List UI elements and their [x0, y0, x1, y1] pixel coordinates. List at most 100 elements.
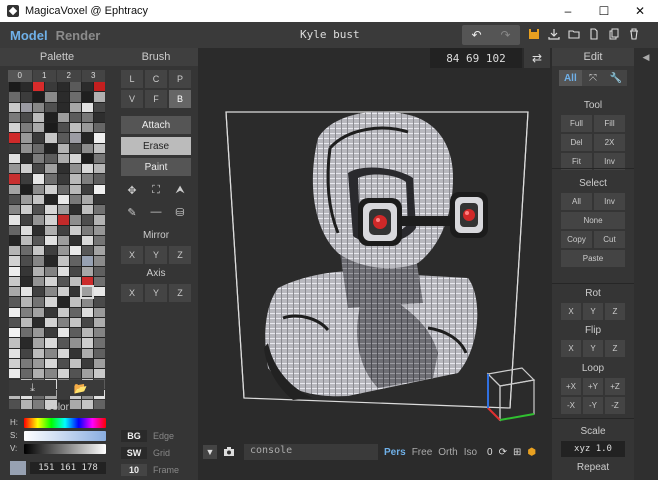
- palette-swatch[interactable]: [69, 317, 81, 327]
- palette-swatch[interactable]: [81, 358, 93, 368]
- palette-swatch[interactable]: [21, 92, 33, 102]
- palette-swatch[interactable]: [57, 133, 69, 143]
- palette-swatch[interactable]: [81, 246, 93, 256]
- palette-swatch[interactable]: [9, 307, 21, 317]
- palette-swatch[interactable]: [81, 256, 93, 266]
- select-inv-button[interactable]: Inv: [594, 193, 625, 210]
- value-slider[interactable]: [24, 444, 106, 454]
- palette-swatch[interactable]: [57, 102, 69, 112]
- palette-tab-1[interactable]: 1: [32, 70, 56, 82]
- palette-swatch[interactable]: [33, 266, 45, 276]
- palette-swatch[interactable]: [33, 256, 45, 266]
- palette-swatch[interactable]: [93, 235, 105, 245]
- palette-swatch[interactable]: [33, 194, 45, 204]
- rot-z-button[interactable]: Z: [605, 303, 625, 320]
- palette-swatch[interactable]: [33, 246, 45, 256]
- palette-swatch[interactable]: [21, 143, 33, 153]
- edit-tab-all[interactable]: All: [559, 70, 582, 86]
- palette-swatch[interactable]: [21, 112, 33, 122]
- palette-swatch[interactable]: [69, 112, 81, 122]
- saturation-slider[interactable]: [24, 431, 106, 441]
- palette-swatch[interactable]: [21, 153, 33, 163]
- palette-tab-2[interactable]: 2: [57, 70, 81, 82]
- palette-swatch[interactable]: [69, 266, 81, 276]
- axis-x-button[interactable]: X: [121, 284, 143, 302]
- palette-swatch[interactable]: [9, 246, 21, 256]
- mirror-y-button[interactable]: Y: [145, 246, 167, 264]
- maximize-button[interactable]: ☐: [586, 0, 622, 22]
- palette-swatch[interactable]: [69, 276, 81, 286]
- palette-swatch[interactable]: [69, 133, 81, 143]
- palette-swatch[interactable]: [33, 102, 45, 112]
- palette-swatch[interactable]: [81, 266, 93, 276]
- palette-swatch[interactable]: [45, 328, 57, 338]
- palette-swatch[interactable]: [45, 297, 57, 307]
- palette-swatch[interactable]: [69, 92, 81, 102]
- palette-swatch[interactable]: [57, 369, 69, 379]
- palette-swatch[interactable]: [69, 348, 81, 358]
- palette-swatch[interactable]: [9, 102, 21, 112]
- palette-swatch[interactable]: [21, 184, 33, 194]
- palette-swatch[interactable]: [57, 276, 69, 286]
- palette-swatch[interactable]: [9, 153, 21, 163]
- palette-swatch[interactable]: [45, 225, 57, 235]
- palette-swatch[interactable]: [33, 328, 45, 338]
- palette-swatch[interactable]: [93, 123, 105, 133]
- palette-swatch[interactable]: [21, 205, 33, 215]
- palette-swatch[interactable]: [9, 348, 21, 358]
- axis-y-button[interactable]: Y: [145, 284, 167, 302]
- bg-toggle[interactable]: BG: [121, 430, 147, 442]
- palette-swatch[interactable]: [57, 205, 69, 215]
- select-all-button[interactable]: All: [561, 193, 592, 210]
- minimize-button[interactable]: –: [550, 0, 586, 22]
- palette-swatch[interactable]: [9, 266, 21, 276]
- palette-swatch[interactable]: [45, 174, 57, 184]
- palette-swatch[interactable]: [93, 307, 105, 317]
- palette-swatch[interactable]: [21, 225, 33, 235]
- select-none-button[interactable]: None: [561, 212, 625, 229]
- palette-swatch[interactable]: [93, 225, 105, 235]
- palette-swatch[interactable]: [33, 297, 45, 307]
- palette-swatch[interactable]: [33, 276, 45, 286]
- palette-swatch[interactable]: [57, 174, 69, 184]
- palette-swatch[interactable]: [45, 317, 57, 327]
- palette-swatch[interactable]: [57, 246, 69, 256]
- hue-slider[interactable]: [24, 418, 106, 428]
- palette-swatch[interactable]: [57, 153, 69, 163]
- palette-swatch[interactable]: [45, 287, 57, 297]
- palette-swatch[interactable]: [33, 317, 45, 327]
- palette-swatch[interactable]: [93, 358, 105, 368]
- palette-swatch[interactable]: [45, 358, 57, 368]
- palette-swatch[interactable]: [21, 317, 33, 327]
- palette-swatch[interactable]: [81, 174, 93, 184]
- edge-toggle[interactable]: Edge: [153, 431, 174, 441]
- palette-swatch[interactable]: [21, 307, 33, 317]
- paste-button[interactable]: Paste: [561, 250, 625, 267]
- full-button[interactable]: Full: [561, 115, 592, 132]
- palette-swatch[interactable]: [81, 297, 93, 307]
- palette-swatch[interactable]: [9, 184, 21, 194]
- palette-swatch[interactable]: [45, 246, 57, 256]
- palette-swatch[interactable]: [33, 143, 45, 153]
- palette-swatch[interactable]: [81, 102, 93, 112]
- palette-swatch[interactable]: [57, 317, 69, 327]
- 2x-button[interactable]: 2X: [594, 134, 625, 151]
- palette-swatch[interactable]: [9, 358, 21, 368]
- palette-swatch[interactable]: [45, 215, 57, 225]
- palette-swatch[interactable]: [9, 287, 21, 297]
- tab-model[interactable]: Model: [10, 28, 48, 43]
- palette-swatch[interactable]: [69, 297, 81, 307]
- palette-swatch[interactable]: [21, 358, 33, 368]
- palette-swatch[interactable]: [93, 369, 105, 379]
- palette-swatch[interactable]: [93, 246, 105, 256]
- palette-swatch[interactable]: [69, 102, 81, 112]
- loop-minus-z-button[interactable]: -Z: [605, 397, 625, 414]
- palette-swatch[interactable]: [9, 82, 21, 92]
- palette-swatch[interactable]: [9, 338, 21, 348]
- palette-swatch[interactable]: [69, 235, 81, 245]
- palette-swatch[interactable]: [93, 184, 105, 194]
- palette-swatch[interactable]: [45, 92, 57, 102]
- palette-swatch[interactable]: [93, 297, 105, 307]
- palette-swatch[interactable]: [81, 112, 93, 122]
- palette-swatch[interactable]: [33, 235, 45, 245]
